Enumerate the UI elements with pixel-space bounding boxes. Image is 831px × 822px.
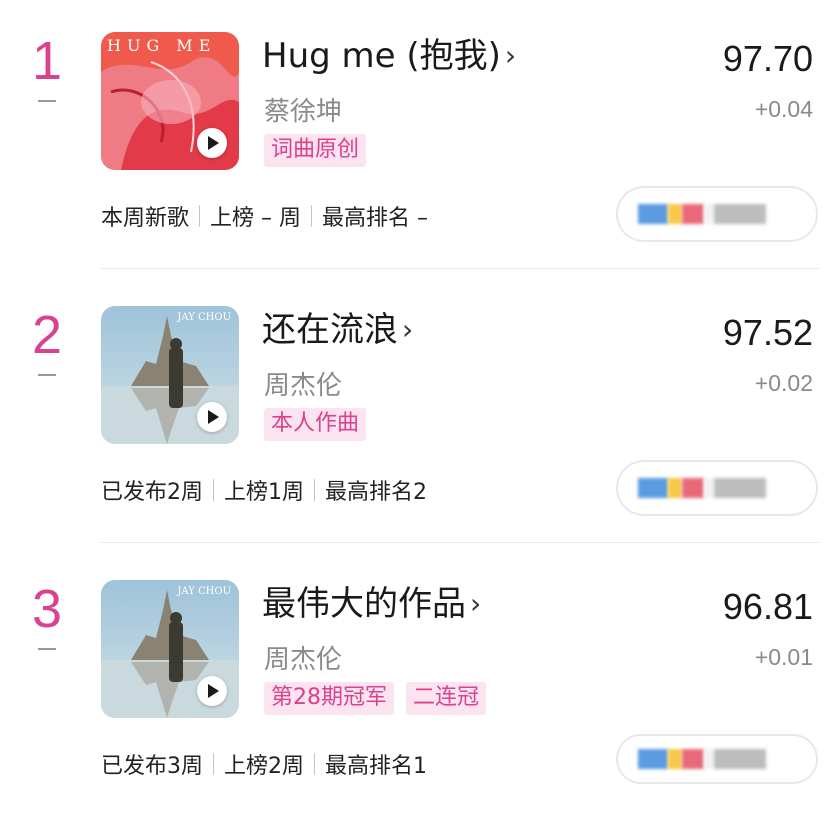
blurred-icon: [704, 749, 714, 769]
song-title: Hug me (抱我): [262, 36, 501, 76]
rank-change-dash: [38, 374, 56, 376]
chevron-right-icon: ›: [504, 39, 517, 73]
score-value: 97.52: [722, 312, 813, 353]
blurred-icon: [682, 749, 704, 769]
rank-number: 2: [31, 305, 63, 365]
song-title: 最伟大的作品: [262, 584, 466, 624]
divider: [101, 542, 819, 543]
play-button[interactable]: [197, 676, 227, 706]
blurred-icon: [668, 749, 682, 769]
tag-badge: 第28期冠军: [264, 682, 394, 715]
rank-change-dash: [38, 100, 56, 102]
album-cover[interactable]: JAY CHOU: [101, 580, 239, 718]
blurred-icon: [682, 204, 704, 224]
blurred-icon: [714, 204, 766, 224]
entry-meta: 本周新歌 上榜 – 周 最高排名 –: [101, 200, 428, 232]
blurred-icon: [704, 204, 714, 224]
tag-badge: 词曲原创: [264, 134, 367, 167]
song-title: 还在流浪: [262, 310, 398, 350]
score-delta: +0.04: [754, 96, 813, 122]
separator: [213, 753, 214, 775]
tag-list: 本人作曲: [264, 408, 367, 441]
chart-entry-1[interactable]: 1 HUG ME Hug me (抱我) › 蔡徐坤 词曲原创 97.70 +0…: [0, 0, 831, 274]
artist-name[interactable]: 周杰伦: [264, 639, 342, 676]
play-icon: [208, 684, 219, 698]
blurred-icon: [704, 478, 714, 498]
blurred-icon: [714, 749, 766, 769]
tag-badge: 二连冠: [406, 682, 487, 715]
release-info: 已发布2周: [101, 480, 203, 505]
peak-rank: 最高排名2: [325, 480, 427, 505]
weeks-on-chart: 上榜1周: [224, 480, 304, 505]
chart-entry-3[interactable]: 3 JAY CHOU 最伟大的作品 › 周杰伦 第28期冠军 二连冠 96.81…: [0, 548, 831, 822]
song-title-link[interactable]: 最伟大的作品 ›: [262, 584, 482, 624]
play-button[interactable]: [197, 128, 227, 158]
entry-meta: 已发布2周 上榜1周 最高排名2: [101, 474, 427, 506]
platform-share-pill[interactable]: [616, 734, 818, 784]
rank-change-dash: [38, 648, 56, 650]
play-icon: [208, 410, 219, 424]
score-delta: +0.02: [754, 370, 813, 396]
rank-number: 3: [31, 579, 63, 639]
chevron-right-icon: ›: [470, 587, 482, 621]
release-info: 已发布3周: [101, 754, 203, 779]
cover-title-text: JAY CHOU: [177, 312, 231, 323]
album-cover[interactable]: JAY CHOU: [101, 306, 239, 444]
peak-rank: 最高排名1: [325, 754, 427, 779]
blurred-icon: [682, 478, 704, 498]
song-title-link[interactable]: 还在流浪 ›: [262, 310, 414, 350]
platform-share-pill[interactable]: [616, 186, 818, 242]
release-info: 本周新歌: [101, 206, 190, 231]
blurred-icon: [714, 478, 766, 498]
tag-list: 第28期冠军 二连冠: [264, 682, 487, 715]
tag-list: 词曲原创: [264, 134, 367, 167]
separator: [213, 479, 214, 501]
separator: [314, 479, 315, 501]
play-button[interactable]: [197, 402, 227, 432]
separator: [199, 205, 201, 227]
chevron-right-icon: ›: [402, 313, 414, 347]
blurred-icon: [638, 478, 668, 498]
cover-title-text: JAY CHOU: [177, 586, 231, 597]
tag-badge: 本人作曲: [264, 408, 367, 441]
score-value: 96.81: [722, 586, 813, 627]
separator: [311, 205, 313, 227]
separator: [314, 753, 315, 775]
blurred-icon: [668, 204, 682, 224]
entry-meta: 已发布3周 上榜2周 最高排名1: [101, 748, 427, 780]
chart-entry-2[interactable]: 2 JAY CHOU 还在流浪 › 周杰伦 本人作曲 97.52 +0.02 已…: [0, 274, 831, 548]
rank-number: 1: [31, 31, 63, 91]
blurred-icon: [638, 204, 668, 224]
platform-share-pill[interactable]: [616, 460, 818, 516]
song-title-link[interactable]: Hug me (抱我) ›: [262, 36, 517, 76]
artist-name[interactable]: 蔡徐坤: [264, 91, 342, 128]
play-icon: [208, 136, 219, 150]
weeks-on-chart: 上榜2周: [224, 754, 304, 779]
album-cover[interactable]: HUG ME: [101, 32, 239, 170]
blurred-icon: [668, 478, 682, 498]
blurred-icon: [638, 749, 668, 769]
weeks-on-chart: 上榜 – 周: [210, 206, 302, 231]
cover-title-text: HUG ME: [107, 36, 217, 55]
divider: [101, 268, 819, 269]
score-delta: +0.01: [754, 644, 813, 670]
artist-name[interactable]: 周杰伦: [264, 365, 342, 402]
peak-rank: 最高排名 –: [322, 206, 429, 231]
score-value: 97.70: [722, 38, 813, 79]
